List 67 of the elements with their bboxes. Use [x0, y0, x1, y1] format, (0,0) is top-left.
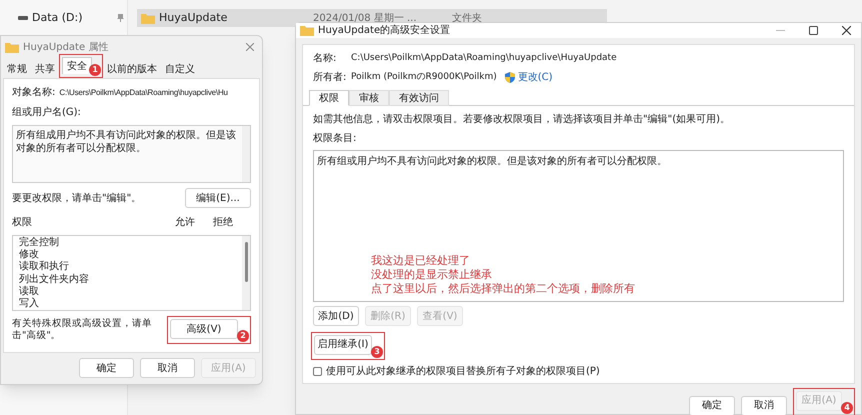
tab[interactable]: 以前的版本 [103, 61, 161, 78]
shield-icon [504, 72, 515, 83]
permissions-list[interactable]: 完全控制 修改 读取和执行 列出文件夹内容 读取 写入 [12, 235, 251, 311]
permission-name: 列出文件夹内容 [19, 274, 90, 286]
drive-icon [18, 16, 28, 20]
scrollbar-thumb[interactable] [244, 242, 248, 282]
pin-icon [117, 14, 124, 22]
field-label: 对象名称: [12, 86, 56, 100]
entry-button[interactable]: 添加(D) [313, 306, 359, 326]
checkbox-label: 使用可从此对象继承的权限项目替换所有子对象的权限项目(P) [326, 364, 600, 378]
step-number-badge: 1 [89, 64, 101, 76]
advanced-button[interactable]: 高级(V) [170, 319, 238, 339]
annotation-note: 点了这里以后，然后选择弹出的第二个选项，删除所有 [371, 282, 636, 296]
change-link[interactable]: 更改(C) [518, 70, 553, 85]
column-header: 权限 [12, 216, 33, 230]
tab[interactable]: 共享 [31, 61, 59, 78]
close-icon[interactable] [842, 26, 851, 35]
permission-name: 修改 [19, 249, 40, 260]
folder-icon [5, 42, 19, 52]
folder-icon [300, 25, 314, 36]
tab[interactable]: 审核 [349, 90, 389, 106]
file-type: 文件夹 [452, 12, 482, 26]
field-label: 权限条目: [312, 132, 358, 146]
groups-list[interactable]: 所有组成用户均不具有访问此对象的权限。但是该对象的所有者可以分配权限。 [12, 125, 251, 183]
window-title: HuyaUpdate 属性 [23, 40, 108, 54]
permission-name: 完全控制 [19, 237, 60, 249]
owner-text: Poilkm (PoilkmのR9000K\Poilkm) [351, 70, 497, 84]
step-number-badge: 2 [237, 330, 249, 342]
tab[interactable]: 权限 [309, 90, 349, 106]
path-text: C:\Users\Poilkm\AppData\Roaming\huyapclive\Hu [59, 86, 228, 98]
annotation-note: 没处理的是显示禁止继承 [371, 268, 493, 282]
permission-name: 写入 [19, 298, 40, 310]
sidebar-item[interactable]: Data (D:) [18, 10, 83, 26]
checkbox[interactable] [313, 366, 322, 376]
list-message: 所有组成用户均不具有访问此对象的权限。但是该对象的所有者可以分配权限。 [15, 128, 237, 156]
folder-icon [141, 12, 155, 24]
file-name: HuyaUpdate [159, 10, 228, 26]
tab[interactable]: 安全 [62, 57, 92, 74]
dialog-button[interactable]: 确定 [79, 358, 134, 378]
permission-name: 读取 [19, 286, 40, 298]
hint-text: 有关特殊权限或高级设置，请单击"高级"。 [12, 318, 153, 342]
tab[interactable]: 常规 [3, 61, 31, 78]
field-label: 所有者: [312, 70, 348, 85]
dialog-button[interactable]: 取消 [140, 358, 195, 378]
hint-text: 要更改权限，请单击"编辑"。 [12, 192, 142, 206]
permission-name: 读取和执行 [19, 261, 70, 274]
list-message: 所有组或用户均不具有访问此对象的权限。但是该对象的所有者可以分配权限。 [317, 154, 668, 169]
step-number-badge: 3 [371, 346, 383, 358]
column-header: 拒绝 [213, 216, 234, 230]
field-label: 名称: [312, 52, 338, 66]
dialog-button[interactable]: 取消 [741, 396, 787, 415]
dialog-button[interactable]: 确定 [689, 396, 735, 415]
step-number-badge: 4 [841, 402, 853, 414]
permission-entries-list[interactable]: 所有组或用户均不具有访问此对象的权限。但是该对象的所有者可以分配权限。 我这边是已经处理了 没处理的是显示禁止继承 点了这里以后，然后选择弹出的第二个选项，删除所有 [313, 150, 844, 302]
info-text: 如需其他信息，请双击权限项目。若要修改权限项目，请选择该项目并单击"编辑"(如果可用)。 [312, 112, 732, 127]
field-label: 组或用户名(G): [12, 106, 82, 120]
scrollbar[interactable] [242, 126, 250, 182]
maximize-icon[interactable] [809, 26, 818, 35]
path-text: C:\Users\Poilkm\AppData\Roaming\huyapclive\HuyaUpdate [351, 52, 617, 65]
enable-inheritance-button[interactable]: 启用继承(I) [314, 334, 372, 354]
annotation-note: 我这边是已经处理了 [371, 254, 471, 268]
edit-button[interactable]: 编辑(E)... [185, 188, 251, 208]
column-header: 允许 [175, 216, 196, 230]
tab[interactable]: 自定义 [161, 61, 199, 78]
tab[interactable]: 有效访问 [389, 90, 449, 106]
scrollbar[interactable] [242, 236, 250, 310]
file-date: 2024/01/08 星期一 ... [313, 12, 418, 24]
